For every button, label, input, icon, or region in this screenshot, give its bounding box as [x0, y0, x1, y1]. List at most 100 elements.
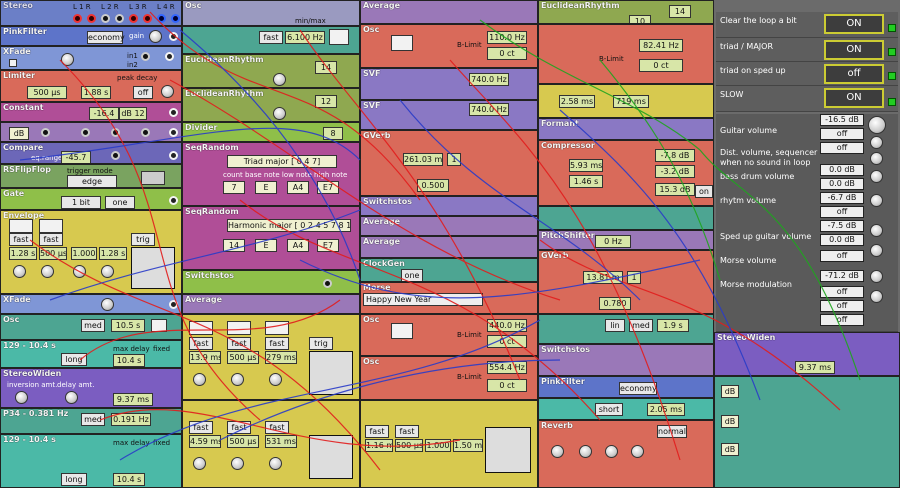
sped-guitar-knob[interactable]	[870, 224, 883, 237]
mode-button[interactable]: economy	[87, 31, 125, 44]
output-jack[interactable]	[169, 300, 178, 309]
attack-knob[interactable]	[193, 457, 206, 470]
delay-mode-button[interactable]: long	[61, 353, 87, 366]
max-room-mode[interactable]: 1	[627, 271, 641, 284]
trigger-mode-button[interactable]: edge	[67, 175, 117, 187]
release-knob[interactable]	[101, 265, 114, 278]
count-value[interactable]: 14	[223, 239, 245, 252]
quality-button[interactable]: fast	[259, 31, 283, 44]
speed-button-2[interactable]: fast	[39, 233, 63, 246]
room-size[interactable]: 261.03 m	[403, 153, 443, 166]
compare-value[interactable]: -45.7	[61, 151, 91, 163]
curve-shape-1[interactable]	[9, 219, 33, 233]
output-jack[interactable]	[169, 32, 178, 41]
steps-value[interactable]: 14	[669, 5, 691, 18]
room-size[interactable]: 13.81 m	[583, 271, 623, 284]
gain-value[interactable]: 15.3 dB	[655, 183, 695, 196]
toggle-clear-loop[interactable]: ON	[824, 14, 884, 34]
size-knob[interactable]	[551, 445, 564, 458]
one-button[interactable]: one	[105, 196, 135, 209]
lin-button[interactable]: lin	[605, 319, 625, 332]
high-note-value[interactable]: E7	[317, 239, 339, 252]
input-jack[interactable]	[143, 14, 152, 23]
decay-time[interactable]: 500 µs	[395, 439, 423, 452]
delay-amt-knob[interactable]	[65, 391, 78, 404]
width-knob[interactable]	[605, 445, 618, 458]
input-jack[interactable]	[323, 279, 332, 288]
dist-volume-knob[interactable]	[870, 152, 883, 165]
bass-drum-knob[interactable]	[870, 170, 883, 183]
curve-shape-1[interactable]	[189, 321, 213, 335]
relative-size[interactable]: 0.780	[599, 297, 631, 310]
osc-rate[interactable]: 1.9 s	[657, 319, 689, 332]
attack-knob[interactable]	[193, 373, 206, 386]
shift-value[interactable]: 0 Hz	[595, 235, 631, 248]
delay-mode-button[interactable]: short	[595, 403, 623, 416]
osc-freq[interactable]: 440.0 Hz	[487, 319, 527, 332]
output-jack[interactable]	[165, 52, 174, 61]
attack-time[interactable]: 2.58 ms	[559, 95, 595, 108]
toggle-triad-major[interactable]: ON	[824, 40, 884, 60]
output-jack[interactable]	[169, 128, 178, 137]
pattern-knob[interactable]	[273, 73, 286, 86]
cutoff-freq[interactable]: 740.0 Hz	[469, 73, 509, 86]
release-time[interactable]: 1.50 ms	[453, 439, 483, 452]
release-time[interactable]: 1.28 s	[99, 247, 127, 260]
trig-button[interactable]: trig	[131, 233, 155, 246]
speed-button-2[interactable]: fast	[395, 425, 419, 438]
constant-db[interactable]: dB 12	[119, 107, 147, 120]
delay-mode-button[interactable]: long	[61, 473, 87, 486]
input-jack[interactable]	[101, 14, 110, 23]
delay-value[interactable]: 9.37 ms	[113, 393, 153, 406]
input-jack[interactable]	[141, 52, 150, 61]
pattern-knob[interactable]	[273, 107, 286, 120]
high-note-value[interactable]: E7	[317, 181, 339, 194]
attack-time[interactable]: 1.16 ms	[365, 439, 393, 452]
guitar-volume-value[interactable]: -16.5 dB	[820, 114, 864, 126]
morse-volume-value[interactable]: off	[820, 250, 864, 262]
dist-volume-value[interactable]: off	[820, 142, 864, 154]
osc-cents[interactable]: 0 ct	[639, 59, 683, 72]
quality-button[interactable]: med	[81, 413, 105, 426]
morse-modulation-value[interactable]: off	[820, 286, 864, 298]
speed-button-2[interactable]: fast	[227, 421, 251, 434]
input-jack[interactable]	[41, 128, 50, 137]
mode-button[interactable]: economy	[619, 382, 657, 395]
osc-freq[interactable]: 82.41 Hz	[639, 39, 683, 52]
attack-time[interactable]: 13.9 ms	[189, 351, 221, 364]
sustain-level[interactable]: 1.000	[71, 247, 97, 260]
release-value[interactable]: 1.46 s	[569, 175, 603, 188]
osc-freq[interactable]: 110.0 Hz	[487, 31, 527, 44]
constant-value[interactable]: -16.4	[89, 107, 119, 120]
inversion-knob[interactable]	[15, 391, 28, 404]
speed-button-1[interactable]: fast	[189, 337, 213, 350]
gain-knob[interactable]	[149, 30, 162, 43]
morse-text-input[interactable]: Happy New Year	[363, 293, 483, 306]
curve-shape-3[interactable]	[265, 321, 289, 335]
speed-button-1[interactable]: fast	[189, 421, 213, 434]
release-knob[interactable]	[269, 457, 282, 470]
scale-value[interactable]: Triad major [ 0 4 7]	[227, 155, 337, 168]
release-value[interactable]: 1.88 s	[81, 86, 111, 99]
input-jack[interactable]	[157, 14, 166, 23]
sustain-knob[interactable]	[73, 265, 86, 278]
pattern-value[interactable]: 10	[629, 15, 651, 23]
osc-rate[interactable]: 10.5 s	[111, 319, 145, 332]
delay-value[interactable]: 9.37 ms	[795, 361, 835, 374]
volume-value-5[interactable]: 0.0 dB	[820, 178, 864, 190]
input-jack[interactable]	[171, 14, 180, 23]
max-delay-value[interactable]: 10.4 s	[113, 354, 145, 367]
output-jack[interactable]	[169, 108, 178, 117]
waveform-selector[interactable]	[151, 319, 167, 332]
scale-value[interactable]: Harmonic major [ 0 2 4 5 7 8 11]	[227, 219, 351, 232]
clock-mode-button[interactable]: one	[401, 269, 423, 281]
osc-freq[interactable]: 6.100 Hz	[285, 31, 325, 44]
volume-value-13[interactable]: off	[820, 300, 864, 312]
ratio-value[interactable]: -3.2 dB	[655, 165, 695, 178]
rhytm-volume-knob[interactable]	[870, 194, 883, 207]
quality-button[interactable]: med	[629, 319, 653, 332]
volume-value-9[interactable]: 0.0 dB	[820, 234, 864, 246]
mix-knob[interactable]	[631, 445, 644, 458]
input-jack[interactable]	[73, 14, 82, 23]
rhytm-volume-value[interactable]: -6.7 dB	[820, 192, 864, 204]
